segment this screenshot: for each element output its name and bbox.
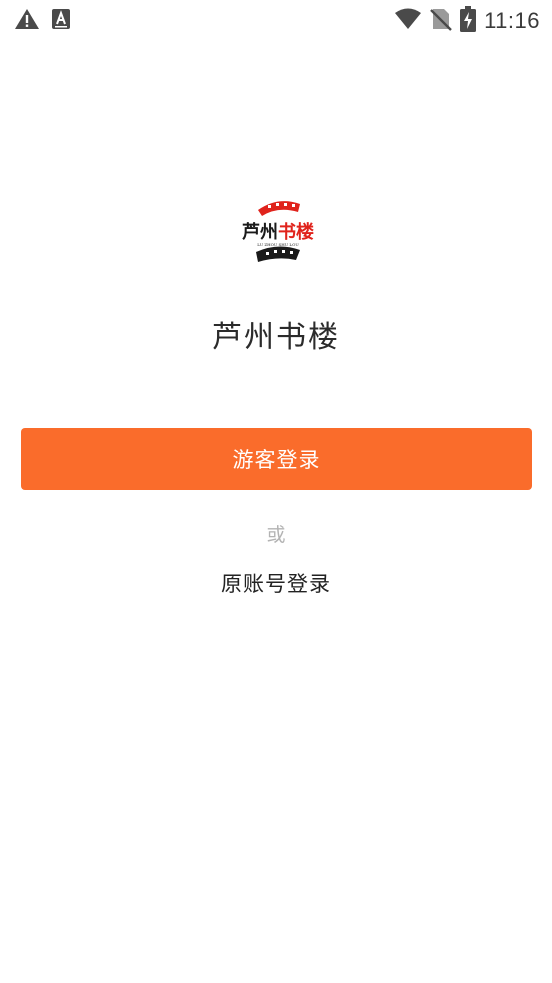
logo-text-black: 芦州: [242, 221, 278, 243]
wifi-icon: [394, 8, 422, 34]
warning-icon: [14, 8, 40, 34]
or-divider-text: 或: [266, 524, 286, 546]
status-right: 11:16: [394, 6, 540, 36]
no-sim-icon: [430, 7, 452, 35]
status-left: [14, 8, 70, 34]
logo-black-film: [256, 246, 300, 262]
status-time: 11:16: [484, 8, 540, 33]
logo-subtext: LU ZHOU SHU LOU: [257, 242, 299, 247]
login-screen: 11:16 芦州 书楼 LU ZHOU SHU LOU 芦州书楼 游客登录 或: [0, 0, 552, 983]
status-bar: 11:16: [0, 0, 552, 38]
app-title: 芦州书楼: [212, 320, 340, 355]
guest-login-button[interactable]: 游客登录: [21, 428, 532, 490]
app-logo: 芦州 书楼 LU ZHOU SHU LOU: [238, 196, 318, 266]
battery-charging-icon: [460, 6, 477, 36]
account-login-link[interactable]: 原账号登录: [176, 566, 376, 602]
keyboard-a-icon: [52, 9, 70, 33]
logo-text-red: 书楼: [278, 221, 314, 243]
